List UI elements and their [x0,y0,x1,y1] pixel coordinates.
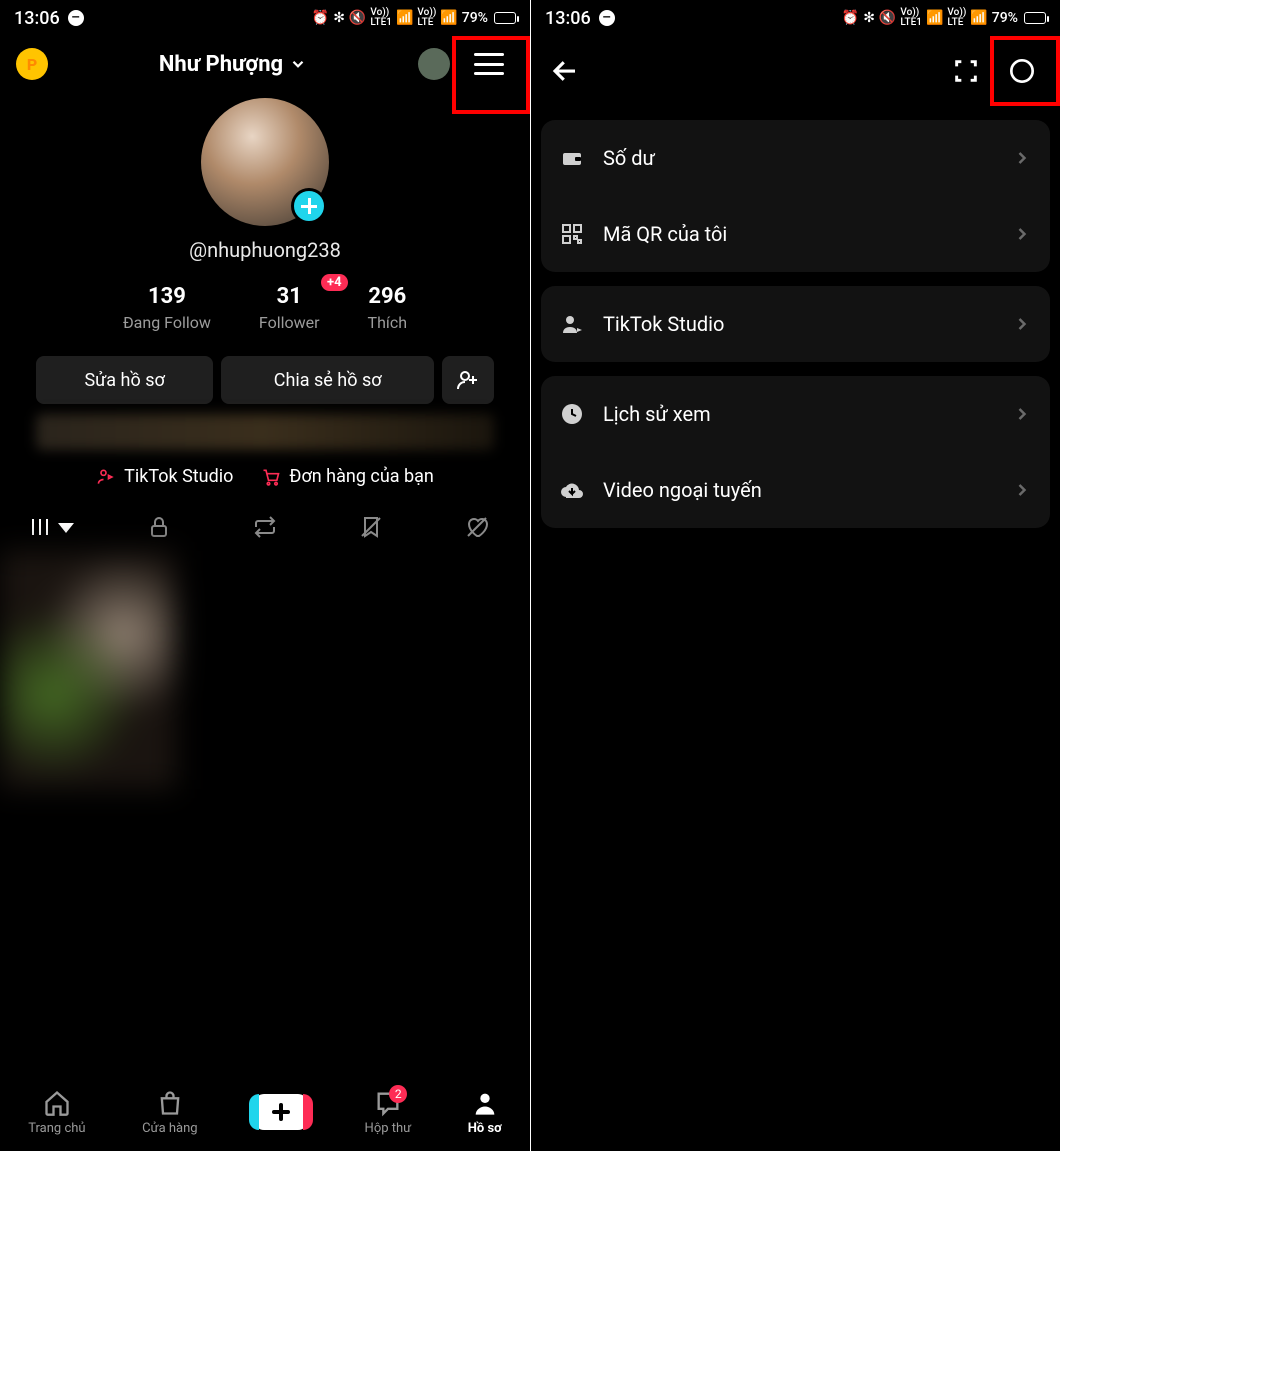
signal-icon: 📶 [396,10,413,26]
tab-grid[interactable] [0,505,106,549]
coin-icon[interactable]: P [16,48,48,80]
nav-shop[interactable]: Cửa hàng [142,1089,198,1136]
download-cloud-icon [559,477,585,503]
volte2-icon: Vo))LTE [947,8,966,28]
heart-hidden-icon [465,515,489,539]
volte-icon: Vo))LTE1 [900,8,922,28]
profile-avatar[interactable] [201,98,329,226]
phone-menu-screen: 13:06 – ⏰ ✻ 🔇 Vo))LTE1 📶 Vo))LTE 📶 79% [531,0,1060,1151]
tab-liked[interactable] [424,505,530,549]
quicklink-orders[interactable]: Đơn hàng của bạn [261,466,433,487]
menu-balance[interactable]: Số dư [541,120,1050,196]
back-button[interactable] [541,47,589,95]
alarm-icon: ⏰ [312,10,329,26]
dnd-icon: – [599,10,615,26]
profile-stats: 139 Đang Follow 31 +4 Follower 296 Thích [0,284,530,332]
menu-offline[interactable]: Video ngoại tuyến [541,452,1050,528]
video-thumbnail[interactable] [0,551,176,789]
quicklink-studio[interactable]: TikTok Studio [96,466,233,487]
add-friends-button[interactable] [442,356,494,404]
status-time: 13:06 [545,8,591,29]
stat-followers[interactable]: 31 +4 Follower [259,284,320,332]
profile-icon [471,1089,499,1117]
bluetooth-icon: ✻ [863,10,875,26]
volte2-icon: Vo))LTE [417,8,436,28]
battery-pct: 79% [992,10,1018,26]
bio-blurred [36,414,494,450]
chevron-down-icon [54,515,78,539]
share-profile-button[interactable]: Chia sẻ hồ sơ [221,356,434,404]
chevron-right-icon [1012,480,1032,500]
person-add-icon [456,368,480,392]
status-bar: 13:06 – ⏰ ✻ 🔇 Vo))LTE1 📶 Vo))LTE 📶 79% [0,0,530,36]
shop-icon [156,1089,184,1117]
profile-tabs [0,505,530,549]
bookmark-hidden-icon [359,515,383,539]
nav-create[interactable] [254,1094,308,1130]
qr-icon [559,221,585,247]
other-account-avatar[interactable] [418,48,450,80]
create-icon [254,1094,308,1130]
chevron-down-icon [289,55,307,73]
bluetooth-icon: ✻ [333,10,345,26]
chevron-right-icon [1012,314,1032,334]
studio-icon [559,311,585,337]
phone-profile-screen: 13:06 – ⏰ ✻ 🔇 Vo))LTE1 📶 Vo))LTE 📶 79% P… [0,0,530,1151]
mute-icon: 🔇 [879,10,896,26]
followers-delta-badge: +4 [321,274,348,291]
nav-inbox[interactable]: 2 Hộp thư [365,1089,412,1136]
cart-icon [261,467,281,487]
battery-icon [494,12,516,24]
status-bar: 13:06 – ⏰ ✻ 🔇 Vo))LTE1 📶 Vo))LTE 📶 79% [531,0,1060,36]
tab-private[interactable] [106,505,212,549]
scan-button[interactable] [938,43,994,99]
signal2-icon: 📶 [440,10,457,26]
lock-icon [147,515,171,539]
menu-qr[interactable]: Mã QR của tôi [541,196,1050,272]
bottom-nav: Trang chủ Cửa hàng 2 Hộp thư Hồ sơ [0,1073,530,1151]
profile-handle: @nhuphuong238 [189,238,341,262]
account-switcher[interactable]: Như Phượng [48,52,418,77]
nav-home[interactable]: Trang chủ [28,1089,85,1136]
arrow-left-icon [550,56,580,86]
alarm-icon: ⏰ [842,10,859,26]
chevron-right-icon [1012,404,1032,424]
tab-saved[interactable] [318,505,424,549]
status-time: 13:06 [14,8,60,29]
dnd-icon: – [68,10,84,26]
signal2-icon: 📶 [970,10,987,26]
chevron-right-icon [1012,148,1032,168]
clock-icon [559,401,585,427]
profile-header: P Như Phượng [0,36,530,92]
grid-icon [28,515,52,539]
inbox-badge: 2 [389,1085,407,1103]
menu-header [531,36,1060,106]
edit-profile-button[interactable]: Sửa hồ sơ [36,356,213,404]
nav-profile[interactable]: Hồ sơ [468,1089,502,1136]
highlight-box [990,36,1060,106]
volte-icon: Vo))LTE1 [370,8,392,28]
repost-icon [253,515,277,539]
stat-likes[interactable]: 296 Thích [368,284,408,332]
scan-icon [952,57,980,85]
signal-icon: 📶 [926,10,943,26]
display-name: Như Phượng [159,52,283,77]
menu-history[interactable]: Lịch sử xem [541,376,1050,452]
home-icon [43,1089,71,1117]
mute-icon: 🔇 [349,10,366,26]
studio-icon [96,467,116,487]
tab-reposts[interactable] [212,505,318,549]
add-story-button[interactable] [291,188,327,224]
stat-following[interactable]: 139 Đang Follow [123,284,211,332]
wallet-icon [559,145,585,171]
battery-pct: 79% [462,10,488,26]
chevron-right-icon [1012,224,1032,244]
battery-icon [1024,12,1046,24]
highlight-box [452,36,530,114]
menu-studio[interactable]: TikTok Studio [541,286,1050,362]
